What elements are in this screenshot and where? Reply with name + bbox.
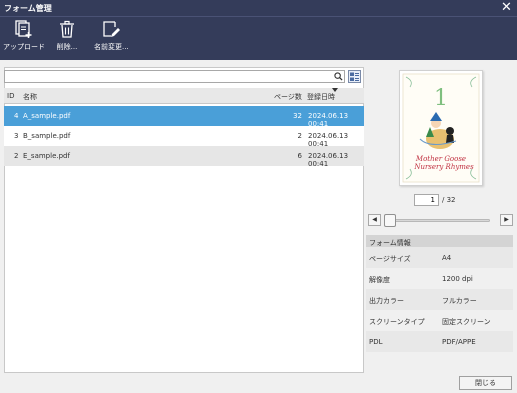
form-info-panel: フォーム情報 ページサイズ A4 解像度 1200 dpi 出力カラー フルカラ…	[366, 235, 513, 352]
info-key: スクリーンタイプ	[369, 318, 425, 326]
search-icon[interactable]	[334, 72, 343, 81]
view-toggle-button[interactable]	[348, 70, 361, 83]
row-pages: 6	[297, 152, 302, 160]
page-total: / 32	[442, 196, 456, 204]
window-title: フォーム管理	[4, 4, 52, 13]
info-key: ページサイズ	[369, 255, 411, 263]
triangle-right-icon: ▶	[504, 216, 509, 223]
form-management-window: フォーム管理 ✕ アップロード 削除... 名前変更... ID 名称 ページ数…	[0, 0, 517, 393]
info-row: スクリーンタイプ 固定スクリーン	[366, 310, 513, 331]
table-row[interactable]: 4 A_sample.pdf 32 2024.06.13 00:41	[4, 106, 364, 128]
table-row[interactable]: 2 E_sample.pdf 6 2024.06.13 00:41	[4, 146, 364, 168]
upload-label: アップロード	[3, 43, 45, 51]
info-value: PDF/APPE	[442, 338, 476, 346]
row-id: 4	[14, 112, 19, 120]
search-box	[4, 70, 345, 83]
sort-descending-icon	[332, 88, 338, 92]
info-row: 解像度 1200 dpi	[366, 268, 513, 289]
rename-label: 名前変更...	[94, 43, 129, 51]
list-view-icon	[350, 72, 359, 81]
info-value: A4	[442, 254, 452, 262]
search-input[interactable]	[5, 71, 330, 82]
page-preview: 1 Mother Goose Nursery Rhymes	[399, 70, 483, 186]
row-id: 2	[14, 152, 19, 160]
info-row: 出力カラー フルカラー	[366, 289, 513, 310]
row-id: 3	[14, 132, 19, 140]
triangle-left-icon: ◀	[372, 216, 377, 223]
table-header: ID 名称 ページ数 登録日時	[4, 88, 364, 104]
row-date: 2024.06.13 00:41	[308, 152, 349, 168]
delete-button[interactable]: 削除...	[56, 19, 78, 59]
column-header-date[interactable]: 登録日時	[307, 92, 335, 102]
column-header-name[interactable]: 名称	[23, 92, 37, 102]
rename-button[interactable]: 名前変更...	[94, 19, 129, 59]
page-slider-track[interactable]	[385, 219, 490, 222]
toolbar: アップロード 削除... 名前変更...	[0, 16, 517, 60]
preview-title-line2: Nursery Rhymes	[413, 163, 474, 171]
preview-illustration: 1 Mother Goose Nursery Rhymes	[402, 73, 480, 183]
upload-icon	[15, 20, 32, 38]
info-value: 固定スクリーン	[442, 318, 491, 326]
info-key: PDL	[369, 338, 383, 346]
row-name: E_sample.pdf	[23, 152, 70, 160]
upload-button[interactable]: アップロード	[3, 19, 45, 59]
row-name: B_sample.pdf	[23, 132, 71, 140]
preview-page-number: 1	[434, 86, 448, 111]
page-slider-thumb[interactable]	[384, 214, 396, 227]
info-key: 解像度	[369, 276, 390, 284]
page-number-input[interactable]	[414, 194, 439, 206]
previous-page-button[interactable]: ◀	[368, 214, 381, 226]
info-key: 出力カラー	[369, 297, 404, 305]
close-icon[interactable]: ✕	[500, 1, 513, 14]
form-info-header: フォーム情報	[366, 235, 513, 247]
info-value: フルカラー	[442, 297, 477, 305]
info-value: 1200 dpi	[442, 275, 473, 283]
column-header-id[interactable]: ID	[7, 92, 14, 100]
rename-icon	[103, 21, 120, 37]
row-pages: 2	[297, 132, 302, 140]
next-page-button[interactable]: ▶	[500, 214, 513, 226]
column-header-pages[interactable]: ページ数	[274, 92, 302, 102]
table-row[interactable]: 3 B_sample.pdf 2 2024.06.13 00:41	[4, 126, 364, 148]
info-row: PDL PDF/APPE	[366, 331, 513, 352]
close-button[interactable]: 閉じる	[459, 376, 512, 390]
info-row: ページサイズ A4	[366, 247, 513, 268]
delete-label: 削除...	[56, 43, 78, 51]
title-bar: フォーム管理 ✕	[0, 0, 517, 16]
preview-title-line1: Mother Goose	[415, 155, 466, 163]
trash-icon	[60, 20, 74, 38]
row-name: A_sample.pdf	[23, 112, 71, 120]
row-pages: 32	[293, 112, 302, 120]
